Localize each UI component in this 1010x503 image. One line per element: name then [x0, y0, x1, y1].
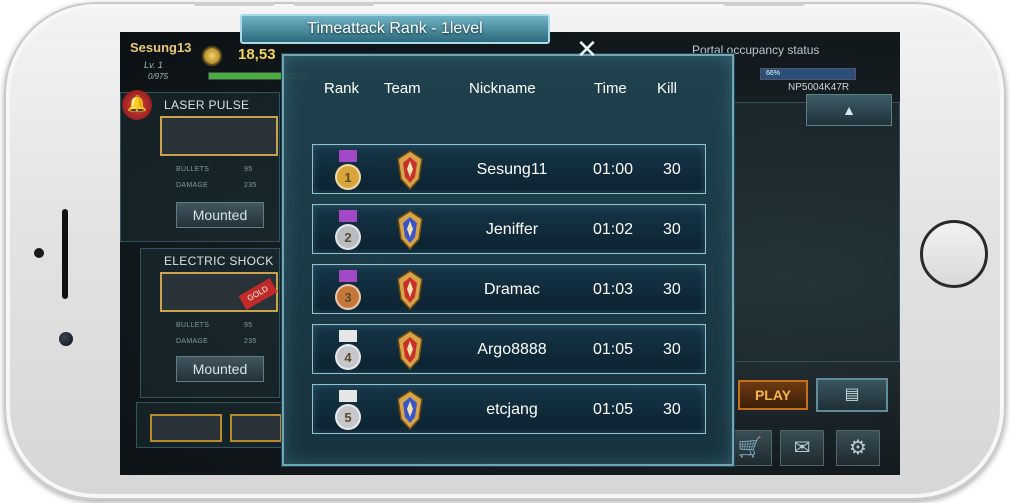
- medal-ribbon: [339, 270, 357, 282]
- inventory-button[interactable]: ▤: [816, 378, 888, 412]
- weapon-stat-label: DAMAGE: [176, 182, 209, 189]
- header-kill: Kill: [657, 80, 678, 97]
- mounted-button[interactable]: Mounted: [176, 356, 264, 382]
- rank-row: 4 Argo8888 01:05 30: [312, 324, 706, 374]
- medal-ribbon: [339, 150, 357, 162]
- rank-number: 2: [335, 224, 361, 250]
- volume-button: [294, 2, 374, 6]
- front-camera: [59, 332, 73, 346]
- bell-icon[interactable]: 🔔: [122, 90, 152, 120]
- rank-row: 3 Dramac 01:03 30: [312, 264, 706, 314]
- gear-icon[interactable]: ⚙: [836, 430, 880, 466]
- header-nickname: Nickname: [469, 80, 536, 97]
- play-button[interactable]: PLAY: [738, 380, 808, 410]
- weapon-title: LASER PULSE: [164, 98, 250, 112]
- rank-medal-icon: 2: [335, 210, 361, 250]
- player-nickname: etcjang: [486, 401, 538, 418]
- portal-percent: 66%: [766, 70, 781, 77]
- weapon-title: ELECTRIC SHOCK: [164, 254, 274, 268]
- clear-time: 01:05: [593, 341, 634, 358]
- modal-title: Timeattack Rank - 1level: [240, 14, 550, 44]
- rank-medal-icon: 3: [335, 270, 361, 310]
- rank-number: 5: [335, 404, 361, 430]
- rank-row: 2 Jeniffer 01:02 30: [312, 204, 706, 254]
- rank-number: 3: [335, 284, 361, 310]
- weapon-image[interactable]: [160, 116, 278, 156]
- player-nickname: Dramac: [483, 281, 540, 298]
- rank-row: 5 etcjang 01:05 30: [312, 384, 706, 434]
- clear-time: 01:02: [593, 221, 634, 238]
- mounted-button[interactable]: Mounted: [176, 202, 264, 228]
- kill-count: 30: [663, 341, 681, 358]
- weapon-stat-value: 95: [244, 322, 253, 329]
- player-nickname: Jeniffer: [485, 221, 539, 238]
- weapon-stat-label: BULLETS: [176, 322, 210, 329]
- player-name: Sesung13: [130, 40, 192, 55]
- kill-count: 30: [663, 281, 681, 298]
- kill-count: 30: [663, 401, 681, 418]
- portal-code: NP5004K47R: [788, 82, 850, 93]
- rank-medal-icon: 4: [335, 330, 361, 370]
- weapon-slot[interactable]: [230, 414, 282, 442]
- weapon-stat-value: 235: [244, 182, 257, 189]
- rank-row: 1 Sesung11 01:00 30: [312, 144, 706, 194]
- kill-count: 30: [663, 221, 681, 238]
- red-team-emblem-icon: [397, 330, 423, 371]
- medal-ribbon: [339, 330, 357, 342]
- mail-icon[interactable]: ✉: [780, 430, 824, 466]
- close-icon[interactable]: ✕: [574, 36, 600, 62]
- cart-icon[interactable]: 🛒: [728, 430, 772, 466]
- header-time: Time: [594, 80, 627, 97]
- kill-count: 30: [663, 161, 681, 178]
- volume-button: [194, 2, 274, 6]
- rank-number: 4: [335, 344, 361, 370]
- sensor-dot: [34, 248, 44, 258]
- header-team: Team: [384, 80, 421, 97]
- blue-team-emblem-icon: [397, 210, 423, 251]
- power-button: [724, 2, 804, 6]
- speaker-slot: [62, 209, 68, 299]
- coin-icon: [202, 46, 222, 66]
- weapon-stat-value: 95: [244, 166, 253, 173]
- weapon-stat-value: 235: [244, 338, 257, 345]
- red-team-emblem-icon: [397, 150, 423, 191]
- phone-frame: Sesung13 Lv. 1 0/975 18,53 Portal occupa…: [4, 2, 1006, 500]
- rank-medal-icon: 1: [335, 150, 361, 190]
- clear-time: 01:05: [593, 401, 634, 418]
- clear-time: 01:00: [593, 161, 634, 178]
- medal-ribbon: [339, 210, 357, 222]
- player-level: Lv. 1: [144, 60, 163, 70]
- home-button[interactable]: [920, 220, 988, 288]
- rank-number: 1: [335, 164, 361, 190]
- mech-panel: [734, 102, 900, 362]
- weapon-slot[interactable]: [150, 414, 222, 442]
- weapon-stat-label: BULLETS: [176, 166, 210, 173]
- clear-time: 01:03: [593, 281, 634, 298]
- header-rank: Rank: [324, 80, 360, 97]
- rank-medal-icon: 5: [335, 390, 361, 430]
- blue-team-emblem-icon: [397, 390, 423, 431]
- player-exp: 0/975: [148, 72, 169, 81]
- medal-ribbon: [339, 390, 357, 402]
- red-team-emblem-icon: [397, 270, 423, 311]
- player-nickname: Argo8888: [477, 341, 547, 358]
- gold-amount: 18,53: [238, 46, 276, 63]
- scroll-up-button[interactable]: ▲: [806, 94, 892, 126]
- player-nickname: Sesung11: [476, 161, 548, 178]
- weapon-stat-label: DAMAGE: [176, 338, 209, 345]
